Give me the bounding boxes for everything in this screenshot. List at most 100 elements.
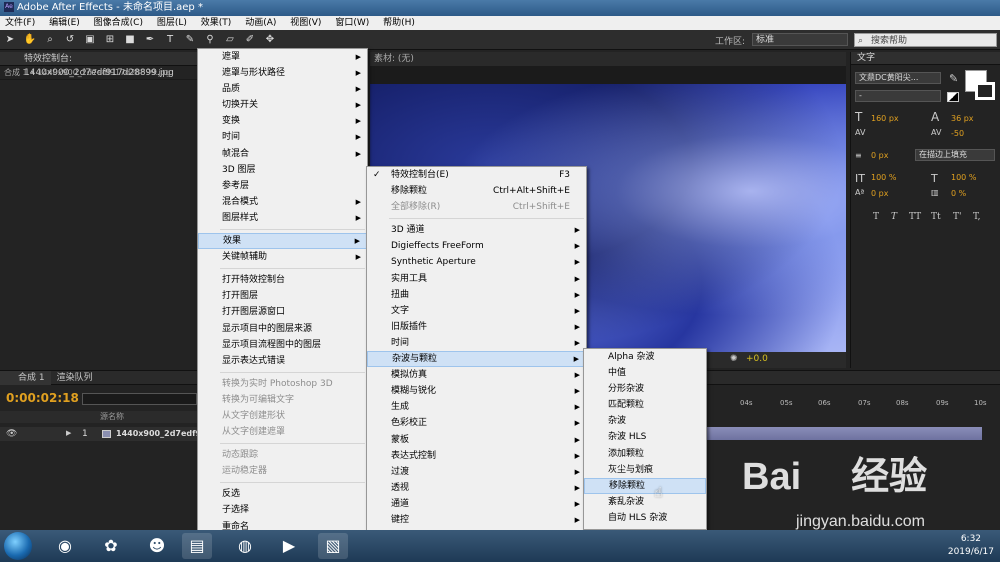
menu-view[interactable]: 视图(V) (285, 16, 327, 30)
tsume-value[interactable]: 0 % (951, 189, 966, 198)
eraser-tool-icon[interactable]: ▱ (223, 33, 237, 47)
layer-menu-item[interactable]: 运动稳定器 (198, 463, 367, 479)
text-panel-tab[interactable]: 文字 (851, 52, 1000, 65)
layer-menu-item[interactable]: 变换 ▶ (198, 113, 367, 129)
layer-menu-item[interactable]: 参考层 (198, 178, 367, 194)
effect-menu-item[interactable]: 表达式控制 ▶ (367, 448, 586, 464)
layer-menu-item[interactable]: 子选择 (198, 502, 367, 518)
layer-menu-item[interactable]: 时间 ▶ (198, 129, 367, 145)
selection-tool-icon[interactable]: ➤ (3, 33, 17, 47)
rotate-tool-icon[interactable]: ↺ (63, 33, 77, 47)
layer-menu-item[interactable]: 帧混合 ▶ (198, 146, 367, 162)
layer-menu-item[interactable]: 打开特效控制台 (198, 272, 367, 288)
menu-animation[interactable]: 动画(A) (240, 16, 282, 30)
noise-menu-item[interactable]: 中值 (584, 365, 706, 381)
footage-tab[interactable]: 素材: (无) (370, 52, 846, 66)
system-clock[interactable]: 6:32 2019/6/17 (948, 533, 994, 559)
layer-menu-item[interactable]: 显示项目流程图中的图层 (198, 337, 367, 353)
effect-menu-item[interactable]: Digieffects FreeForm ▶ (367, 238, 586, 254)
layer-menu-item[interactable]: 品质 ▶ (198, 81, 367, 97)
timeline-search-input[interactable] (82, 393, 197, 405)
menu-help[interactable]: 帮助(H) (378, 16, 421, 30)
current-timecode[interactable]: 0:00:02:18 (6, 391, 79, 405)
text-tool-icon[interactable]: T (163, 33, 177, 47)
layer-menu-item[interactable]: 混合模式 ▶ (198, 194, 367, 210)
effect-menu-item[interactable]: ✓ 特效控制台(E) F3 (367, 167, 586, 183)
noise-menu-item[interactable]: 添加颗粒 (584, 446, 706, 462)
noise-menu-item[interactable]: 自动 HLS 杂波 (584, 510, 706, 526)
stroke-width-value[interactable]: 0 px (871, 151, 888, 160)
effect-menu-item[interactable]: 3D 通道 ▶ (367, 222, 586, 238)
effect-menu-item[interactable]: 通道 ▶ (367, 496, 586, 512)
clone-stamp-tool-icon[interactable]: ⚲ (203, 33, 217, 47)
layer-menu-item[interactable]: 效果 ▶ (198, 233, 367, 250)
effect-menu-item[interactable]: 文字 ▶ (367, 303, 586, 319)
faux-italic-button[interactable]: T (891, 212, 897, 222)
menu-layer[interactable]: 图层(L) (152, 16, 193, 30)
exposure-value[interactable]: +0.0 (746, 354, 768, 364)
menu-file[interactable]: 文件(F) (0, 16, 41, 30)
layer-menu-item[interactable]: 遮罩 ▶ (198, 49, 367, 65)
effect-menu-item[interactable]: 模糊与锐化 ▶ (367, 383, 586, 399)
layer-menu-item[interactable]: 3D 图层 (198, 162, 367, 178)
color-swap-icon[interactable] (947, 92, 959, 102)
font-family-select[interactable]: 文鼎DC黄阳尖... (855, 72, 941, 84)
workspace-select[interactable]: 标准 (752, 33, 848, 46)
layer-menu-item[interactable]: 反选 (198, 486, 367, 502)
vertical-scale-value[interactable]: 100 % (871, 173, 896, 182)
eyedropper-icon[interactable]: ✎ (949, 72, 958, 85)
font-style-select[interactable]: - (855, 90, 941, 102)
effect-menu-item[interactable]: 蒙板 ▶ (367, 432, 586, 448)
leading-value[interactable]: 36 px (951, 114, 974, 123)
effect-menu-item[interactable]: 模拟仿真 ▶ (367, 367, 586, 383)
layer-menu-item[interactable]: 显示表达式错误 (198, 353, 367, 369)
pan-behind-tool-icon[interactable]: ⊞ (103, 33, 117, 47)
puppet-tool-icon[interactable]: ✥ (263, 33, 277, 47)
file-explorer-icon[interactable]: ▤ (182, 533, 212, 559)
noise-menu-item[interactable]: 匹配颗粒 (584, 397, 706, 413)
pen-tool-icon[interactable]: ✒ (143, 33, 157, 47)
start-button[interactable] (4, 532, 32, 560)
noise-menu-item[interactable]: 移除颗粒 (584, 477, 706, 494)
exposure-icon[interactable]: ✺ (730, 354, 738, 364)
media-player-icon[interactable]: ✿ (96, 533, 126, 559)
effect-menu-item[interactable]: 色彩校正 ▶ (367, 415, 586, 431)
effect-menu-item[interactable]: 键控 ▶ (367, 512, 586, 528)
menu-composition[interactable]: 图像合成(C) (89, 16, 149, 30)
noise-menu-item[interactable]: 杂波 (584, 413, 706, 429)
tab-render-queue[interactable]: 渲染队列 (51, 371, 99, 385)
superscript-button[interactable]: T' (953, 212, 961, 222)
noise-menu-item[interactable]: 分形杂波 (584, 381, 706, 397)
small-caps-button[interactable]: Tt (931, 212, 941, 222)
effect-menu-item[interactable]: 生成 ▶ (367, 399, 586, 415)
layer-menu-item[interactable]: 转换为实时 Photoshop 3D (198, 376, 367, 392)
effect-menu-item[interactable]: 实用工具 ▶ (367, 271, 586, 287)
hand-tool-icon[interactable]: ✋ (23, 33, 37, 47)
noise-menu-item[interactable]: Alpha 杂波 (584, 349, 706, 365)
layer-menu-item[interactable]: 图层样式 ▶ (198, 210, 367, 226)
noise-menu-item[interactable]: 杂波 HLS (584, 429, 706, 445)
layer-duration-bar[interactable] (706, 427, 982, 440)
visibility-eye-icon[interactable]: 👁 (6, 429, 17, 439)
brush-tool-icon[interactable]: ✎ (183, 33, 197, 47)
tab-composition-1[interactable]: 合成 1 (0, 371, 51, 385)
effect-menu-item[interactable]: 扭曲 ▶ (367, 287, 586, 303)
noise-menu-item[interactable]: 紊乱杂波 (584, 494, 706, 510)
effect-menu-item[interactable]: 时间 ▶ (367, 335, 586, 351)
layer-menu-item[interactable]: 从文字创建形状 (198, 408, 367, 424)
firefox-icon[interactable]: ◍ (230, 533, 260, 559)
all-caps-button[interactable]: TT (909, 212, 921, 222)
effect-menu-item[interactable]: 杂波与颗粒 ▶ (367, 351, 586, 368)
search-help-input[interactable]: ⌕ 搜索帮助 (854, 33, 997, 47)
layer-menu-item[interactable]: 关键帧辅助 ▶ (198, 249, 367, 265)
effect-menu-item[interactable]: 移除颗粒 Ctrl+Alt+Shift+E (367, 183, 586, 199)
effect-menu-item[interactable]: 透视 ▶ (367, 480, 586, 496)
browser-360-icon[interactable]: ◉ (50, 533, 80, 559)
effect-controls-tab[interactable]: 特效控制台: 1440x900_2d7edf917d28899.jpg (0, 52, 199, 78)
stroke-color-swatch[interactable] (975, 82, 995, 100)
tracking-value[interactable]: -50 (951, 129, 964, 138)
roto-brush-tool-icon[interactable]: ✐ (243, 33, 257, 47)
horizontal-scale-value[interactable]: 100 % (951, 173, 976, 182)
baseline-shift-value[interactable]: 0 px (871, 189, 888, 198)
menu-effect[interactable]: 效果(T) (196, 16, 238, 30)
